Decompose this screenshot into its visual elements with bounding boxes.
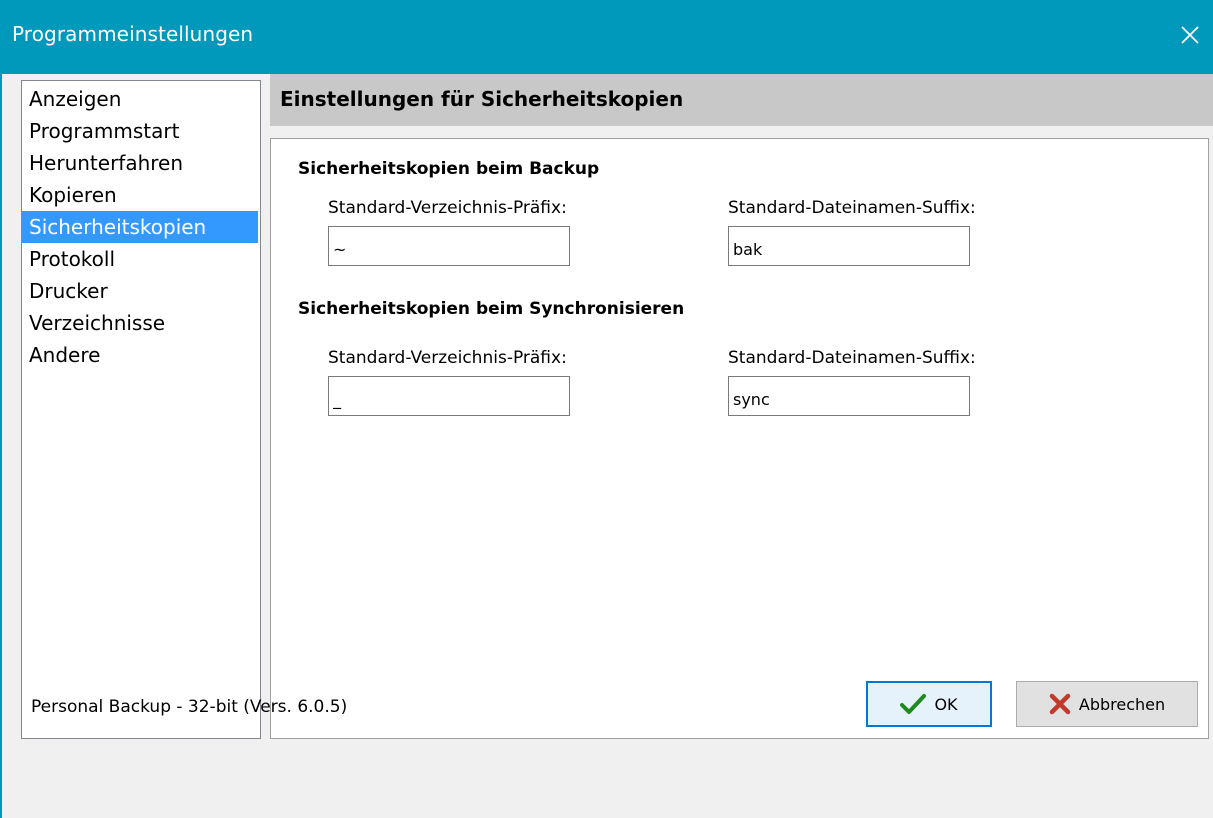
backup-suffix-label: Standard-Dateinamen-Suffix: (728, 198, 976, 218)
sidebar-item-kopieren[interactable]: Kopieren (22, 179, 260, 211)
close-icon (1181, 26, 1199, 44)
ok-button-label: OK (934, 694, 958, 714)
window-title: Programmeinstellungen (12, 22, 254, 46)
sync-prefix-input[interactable] (328, 376, 570, 416)
backup-suffix-input[interactable] (728, 226, 970, 266)
window-border (0, 74, 2, 818)
checkmark-icon (900, 693, 927, 715)
cancel-button[interactable]: Abbrechen (1016, 681, 1198, 727)
sync-group-title: Sicherheitskopien beim Synchronisieren (298, 299, 685, 319)
sidebar-item-herunterfahren[interactable]: Herunterfahren (22, 147, 260, 179)
page-title: Einstellungen für Sicherheitskopien (280, 87, 684, 111)
sidebar-item-programmstart[interactable]: Programmstart (22, 115, 260, 147)
sidebar-item-verzeichnisse[interactable]: Verzeichnisse (22, 307, 260, 339)
sidebar-item-drucker[interactable]: Drucker (22, 275, 260, 307)
sync-suffix-input[interactable] (728, 376, 970, 416)
page-header: Einstellungen für Sicherheitskopien (270, 74, 1213, 126)
settings-panel: Sicherheitskopien beim Backup Standard-V… (270, 138, 1209, 739)
sidebar-item-sicherheitskopien[interactable]: Sicherheitskopien (22, 211, 258, 243)
red-x-icon (1049, 693, 1071, 715)
backup-prefix-label: Standard-Verzeichnis-Präfix: (328, 198, 567, 218)
version-text: Personal Backup - 32-bit (Vers. 6.0.5) (31, 697, 348, 717)
sync-suffix-label: Standard-Dateinamen-Suffix: (728, 348, 976, 368)
sidebar-item-andere[interactable]: Andere (22, 339, 260, 371)
sync-prefix-label: Standard-Verzeichnis-Präfix: (328, 348, 567, 368)
sidebar-item-anzeigen[interactable]: Anzeigen (22, 83, 260, 115)
close-button[interactable] (1173, 18, 1207, 52)
cancel-button-label: Abbrechen (1078, 694, 1166, 714)
backup-group-title: Sicherheitskopien beim Backup (298, 159, 600, 179)
ok-button[interactable]: OK (866, 681, 992, 727)
sidebar-item-protokoll[interactable]: Protokoll (22, 243, 260, 275)
backup-prefix-input[interactable] (328, 226, 570, 266)
title-bar: Programmeinstellungen (0, 0, 1213, 74)
settings-category-list[interactable]: Anzeigen Programmstart Herunterfahren Ko… (21, 80, 261, 739)
